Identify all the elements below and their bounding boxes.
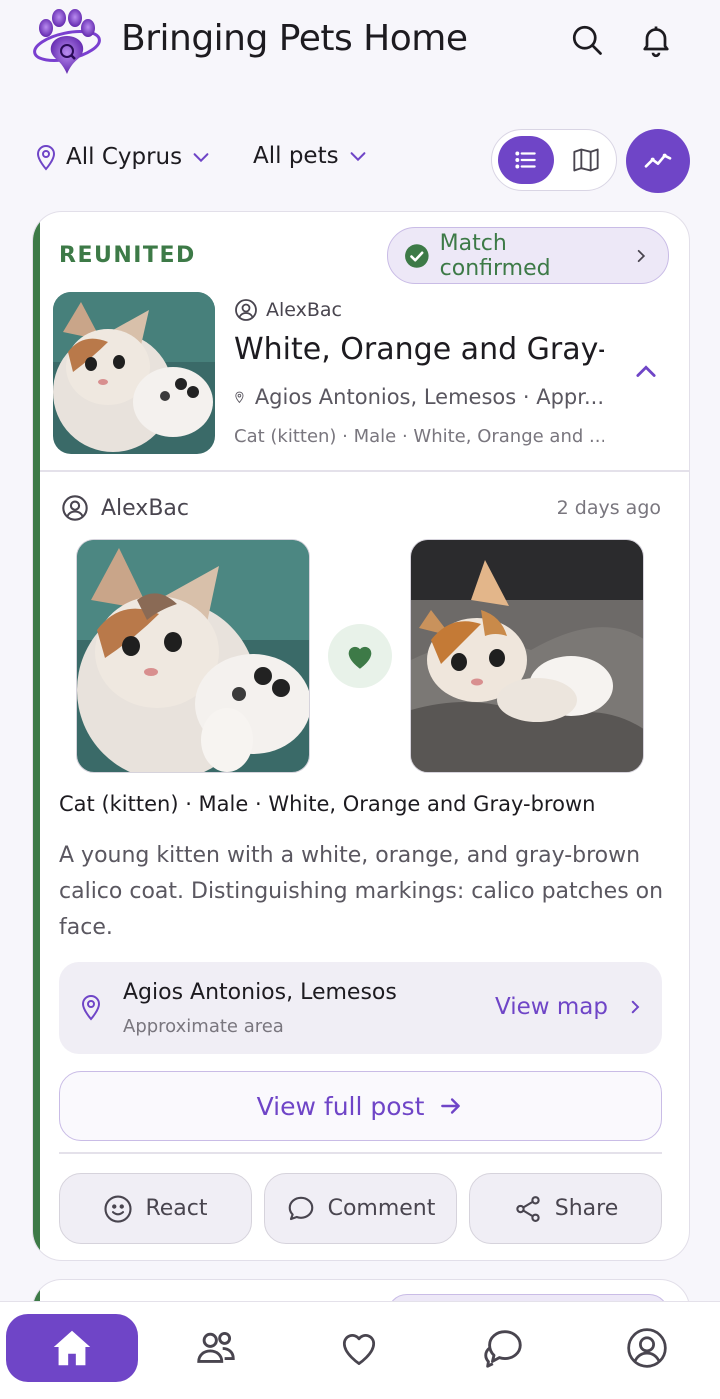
chevron-up-icon xyxy=(636,365,656,377)
nav-community[interactable] xyxy=(180,1314,252,1382)
heart-icon xyxy=(348,646,372,669)
share-button[interactable]: Share xyxy=(469,1173,662,1244)
chevron-right-icon xyxy=(631,1000,640,1014)
summary-author-name: AlexBac xyxy=(266,299,342,321)
map-view-button[interactable] xyxy=(560,136,612,184)
search-icon xyxy=(572,25,602,55)
location-precision: Approximate area xyxy=(123,1016,284,1037)
location-name: Agios Antonios, Lemesos xyxy=(123,980,397,1005)
found-pet-photo[interactable] xyxy=(410,539,644,773)
view-map-label: View map xyxy=(495,994,608,1020)
post-timestamp: 2 days ago xyxy=(556,497,661,519)
profile-icon xyxy=(627,1328,667,1368)
chevron-down-icon xyxy=(350,152,366,162)
app-logo xyxy=(30,6,104,76)
share-label: Share xyxy=(554,1196,619,1221)
location-filter-label: All Cyprus xyxy=(66,144,183,170)
arrow-right-icon xyxy=(441,1098,461,1114)
summary-author: AlexBac xyxy=(234,298,342,322)
location-pin-icon xyxy=(81,995,101,1021)
comment-bubble-icon xyxy=(288,1196,313,1220)
location-filter[interactable]: All Cyprus xyxy=(34,143,212,171)
share-icon xyxy=(516,1195,540,1222)
view-full-post-label: View full post xyxy=(256,1091,425,1121)
post-author[interactable]: AlexBac xyxy=(61,494,189,522)
pet-thumbnail[interactable] xyxy=(53,292,215,454)
match-confirmed-chip[interactable]: Match confirmed xyxy=(387,227,669,284)
summary-location-text: Agios Antonios, Lemesos · Appr... xyxy=(254,385,604,409)
pet-type-filter-label: All pets xyxy=(253,143,339,169)
summary-location: Agios Antonios, Lemesos · Appr... xyxy=(234,385,604,409)
pet-description: A young kitten with a white, orange, and… xyxy=(59,843,664,940)
list-view-button[interactable] xyxy=(498,136,554,184)
match-heart-badge xyxy=(328,624,392,688)
chevron-right-icon xyxy=(638,249,646,262)
stats-button[interactable] xyxy=(626,129,690,193)
app-title: Bringing Pets Home xyxy=(121,18,468,59)
reunited-accent-bar xyxy=(33,212,40,1260)
nav-profile[interactable] xyxy=(611,1314,683,1382)
location-pin-icon xyxy=(235,391,244,404)
lost-pet-photo[interactable] xyxy=(76,539,310,773)
people-icon xyxy=(197,1331,235,1363)
comment-label: Comment xyxy=(327,1196,436,1221)
post-card: REUNITED Match confirmed AlexBac White, … xyxy=(32,211,690,1261)
status-label: REUNITED xyxy=(59,243,196,268)
location-card[interactable]: Agios Antonios, Lemesos Approximate area… xyxy=(59,962,662,1054)
bell-icon xyxy=(643,26,669,58)
check-circle-icon xyxy=(405,243,429,268)
notifications-button[interactable] xyxy=(636,20,676,60)
view-toggle xyxy=(491,129,617,191)
list-icon xyxy=(515,151,536,169)
chevron-down-icon xyxy=(193,153,209,163)
home-icon xyxy=(53,1330,91,1366)
smiley-icon xyxy=(104,1194,133,1223)
pet-type-filter[interactable]: All pets xyxy=(253,143,369,169)
comment-button[interactable]: Comment xyxy=(264,1173,457,1244)
user-circle-icon xyxy=(62,495,88,521)
post-author-name: AlexBac xyxy=(101,495,189,521)
view-full-post-button[interactable]: View full post xyxy=(59,1071,662,1141)
user-circle-icon xyxy=(235,299,257,321)
summary-meta: Cat (kitten) · Male · White, Orange and … xyxy=(234,426,604,447)
react-button[interactable]: React xyxy=(59,1173,252,1244)
react-label: React xyxy=(145,1196,208,1221)
bottom-navigation xyxy=(0,1301,720,1399)
view-map-link[interactable]: View map xyxy=(495,994,644,1020)
map-icon xyxy=(573,148,599,172)
summary-title: White, Orange and Gray-... xyxy=(234,332,604,367)
filter-bar: All Cyprus All pets xyxy=(0,125,720,195)
match-chip-label: Match confirmed xyxy=(439,230,551,281)
chat-icon xyxy=(484,1330,522,1368)
divider xyxy=(40,470,689,472)
divider xyxy=(59,1152,662,1154)
trend-line-icon xyxy=(644,153,672,168)
heart-icon xyxy=(342,1334,376,1365)
nav-messages[interactable] xyxy=(467,1314,539,1382)
pet-attributes: Cat (kitten) · Male · White, Orange and … xyxy=(59,792,596,816)
nav-home[interactable] xyxy=(6,1314,138,1382)
collapse-button[interactable] xyxy=(629,357,663,387)
location-pin-icon xyxy=(36,145,56,171)
app-header: Bringing Pets Home xyxy=(0,0,720,90)
search-button[interactable] xyxy=(567,20,607,60)
nav-favorites[interactable] xyxy=(323,1314,395,1382)
